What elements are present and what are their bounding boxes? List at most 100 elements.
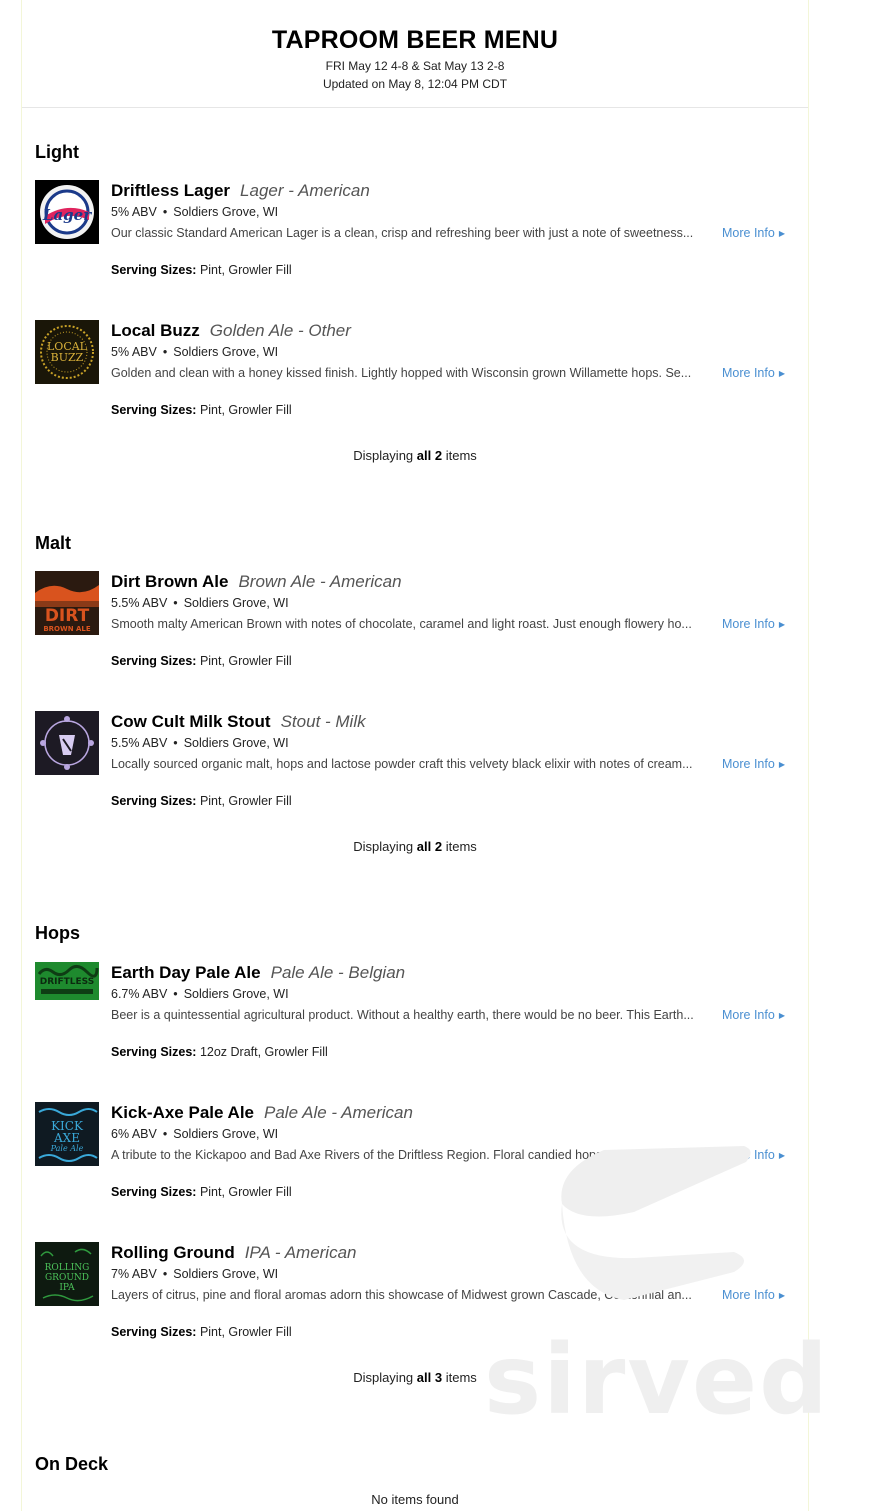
caret-right-icon: ▶: [778, 1011, 785, 1020]
schedule-text: FRI May 12 4-8 & Sat May 13 2-8: [325, 59, 505, 73]
svg-text:BROWN ALE: BROWN ALE: [43, 625, 91, 633]
svg-text:DIRT: DIRT: [45, 606, 90, 626]
caret-right-icon: ▶: [778, 369, 785, 378]
local-buzz-logo-icon: LOCAL BUZZ: [35, 320, 99, 384]
beer-name[interactable]: Rolling Ground: [111, 1243, 235, 1262]
page-title: TAPROOM BEER MENU: [271, 26, 559, 54]
cow-cult-logo-icon: [35, 711, 99, 775]
serving-sizes: Serving Sizes: 12oz Draft, Growler Fill: [111, 1045, 328, 1059]
beer-name[interactable]: Dirt Brown Ale: [111, 572, 228, 591]
caret-right-icon: ▶: [778, 1151, 785, 1160]
beer-location: Soldiers Grove, WI: [173, 205, 279, 219]
svg-text:BUZZ: BUZZ: [51, 351, 84, 364]
beer-description: Golden and clean with a honey kissed fin…: [111, 366, 692, 380]
svg-text:Lager: Lager: [42, 206, 92, 224]
beer-logo[interactable]: DRIFTLESS: [35, 962, 99, 1026]
section-light: Light Lager Driftless Lager Lager - Ameri…: [35, 142, 795, 463]
beer-style: Lager - American: [240, 181, 370, 200]
beer-style: Stout - Milk: [280, 712, 366, 731]
beer-item: LOCAL BUZZ Local Buzz Golden Ale - Other …: [35, 320, 795, 460]
rolling-ground-logo-icon: ROLLING GROUND IPA: [35, 1242, 99, 1306]
beer-description: Smooth malty American Brown with notes o…: [111, 617, 692, 631]
beer-style: Golden Ale - Other: [209, 321, 351, 340]
caret-right-icon: ▶: [778, 229, 785, 238]
serving-sizes: Serving Sizes: Pint, Growler Fill: [111, 1185, 292, 1199]
svg-text:DRIFTLESS: DRIFTLESS: [40, 977, 94, 987]
beer-abv: 5% ABV: [111, 205, 157, 219]
more-info-link[interactable]: More Info ▶: [722, 617, 785, 631]
beer-logo[interactable]: Lager: [35, 180, 99, 244]
more-info-link[interactable]: More Info ▶: [722, 366, 785, 380]
menu-header: TAPROOM BEER MENU FRI May 12 4-8 & Sat M…: [22, 0, 808, 108]
beer-logo[interactable]: ROLLING GROUND IPA: [35, 1242, 99, 1306]
beer-description: Our classic Standard American Lager is a…: [111, 226, 694, 240]
caret-right-icon: ▶: [778, 620, 785, 629]
more-info-link[interactable]: More Info ▶: [722, 1008, 785, 1022]
more-info-link[interactable]: More Info ▶: [722, 1148, 785, 1162]
beer-abv: 6.7% ABV: [111, 987, 168, 1001]
serving-sizes: Serving Sizes: Pint, Growler Fill: [111, 794, 292, 808]
dirt-logo-icon: DIRT BROWN ALE: [35, 571, 99, 635]
svg-text:AXE: AXE: [53, 1131, 80, 1145]
no-items-text: No items found: [371, 1492, 459, 1507]
more-info-link[interactable]: More Info ▶: [722, 757, 785, 771]
beer-style: IPA - American: [244, 1243, 357, 1262]
beer-location: Soldiers Grove, WI: [183, 596, 289, 610]
caret-right-icon: ▶: [778, 760, 785, 769]
serving-sizes: Serving Sizes: Pint, Growler Fill: [111, 263, 292, 277]
section-hops: Hops DRIFTLESS Earth Day Pale Ale Pale Al…: [35, 923, 795, 1385]
beer-location: Soldiers Grove, WI: [183, 736, 289, 750]
menu-page: TAPROOM BEER MENU FRI May 12 4-8 & Sat M…: [21, 0, 809, 1511]
beer-location: Soldiers Grove, WI: [173, 1127, 279, 1141]
beer-description: Beer is a quintessential agricultural pr…: [111, 1008, 694, 1022]
beer-name[interactable]: Driftless Lager: [111, 181, 230, 200]
beer-abv: 5% ABV: [111, 345, 157, 359]
beer-style: Pale Ale - Belgian: [270, 963, 406, 982]
section-title: Hops: [35, 923, 80, 943]
section-title: On Deck: [35, 1454, 109, 1474]
beer-style: Pale Ale - American: [264, 1103, 413, 1122]
beer-location: Soldiers Grove, WI: [173, 1267, 279, 1281]
beer-logo[interactable]: [35, 711, 99, 775]
beer-logo[interactable]: LOCAL BUZZ: [35, 320, 99, 384]
section-title: Light: [35, 142, 79, 162]
beer-abv: 6% ABV: [111, 1127, 157, 1141]
more-info-link[interactable]: More Info ▶: [722, 1288, 785, 1302]
beer-logo[interactable]: KICK AXE Pale Ale: [35, 1102, 99, 1166]
beer-abv: 5.5% ABV: [111, 736, 168, 750]
svg-text:Pale Ale: Pale Ale: [50, 1144, 84, 1153]
serving-sizes: Serving Sizes: Pint, Growler Fill: [111, 403, 292, 417]
beer-item: ROLLING GROUND IPA Rolling Ground IPA - A…: [35, 1242, 795, 1382]
beer-abv: 7% ABV: [111, 1267, 157, 1281]
beer-item: DRIFTLESS Earth Day Pale Ale Pale Ale - B…: [35, 962, 795, 1102]
beer-name[interactable]: Cow Cult Milk Stout: [111, 712, 271, 731]
section-malt: Malt DIRT BROWN ALE Dirt Brown Ale Brown …: [35, 533, 795, 854]
beer-logo[interactable]: DIRT BROWN ALE: [35, 571, 99, 635]
svg-text:GROUND: GROUND: [45, 1273, 89, 1283]
beer-location: Soldiers Grove, WI: [173, 345, 279, 359]
beer-style: Brown Ale - American: [238, 572, 402, 591]
lager-logo-icon: Lager: [35, 180, 99, 244]
beer-name[interactable]: Earth Day Pale Ale: [111, 963, 261, 982]
beer-item: Lager Driftless Lager Lager - American 5%…: [35, 180, 795, 320]
beer-description: Layers of citrus, pine and floral aromas…: [111, 1288, 692, 1302]
beer-description: A tribute to the Kickapoo and Bad Axe Ri…: [111, 1148, 693, 1162]
beer-item: Cow Cult Milk Stout Stout - Milk 5.5% ABV…: [35, 711, 795, 851]
svg-text:IPA: IPA: [59, 1283, 75, 1293]
caret-right-icon: ▶: [778, 1291, 785, 1300]
serving-sizes: Serving Sizes: Pint, Growler Fill: [111, 654, 292, 668]
serving-sizes: Serving Sizes: Pint, Growler Fill: [111, 1325, 292, 1339]
section-on-deck: On Deck No items found: [35, 1454, 795, 1507]
beer-name[interactable]: Kick-Axe Pale Ale: [111, 1103, 254, 1122]
beer-abv: 5.5% ABV: [111, 596, 168, 610]
beer-location: Soldiers Grove, WI: [183, 987, 289, 1001]
beer-name[interactable]: Local Buzz: [111, 321, 200, 340]
kick-axe-logo-icon: KICK AXE Pale Ale: [35, 1102, 99, 1166]
section-title: Malt: [35, 533, 71, 553]
earth-day-logo-icon: DRIFTLESS: [35, 962, 99, 1000]
beer-item: DIRT BROWN ALE Dirt Brown Ale Brown Ale -…: [35, 571, 795, 711]
beer-item: KICK AXE Pale Ale Kick-Axe Pale Ale Pale …: [35, 1102, 795, 1242]
more-info-link[interactable]: More Info ▶: [722, 226, 785, 240]
updated-text: Updated on May 8, 12:04 PM CDT: [322, 77, 508, 91]
beer-description: Locally sourced organic malt, hops and l…: [111, 757, 693, 771]
